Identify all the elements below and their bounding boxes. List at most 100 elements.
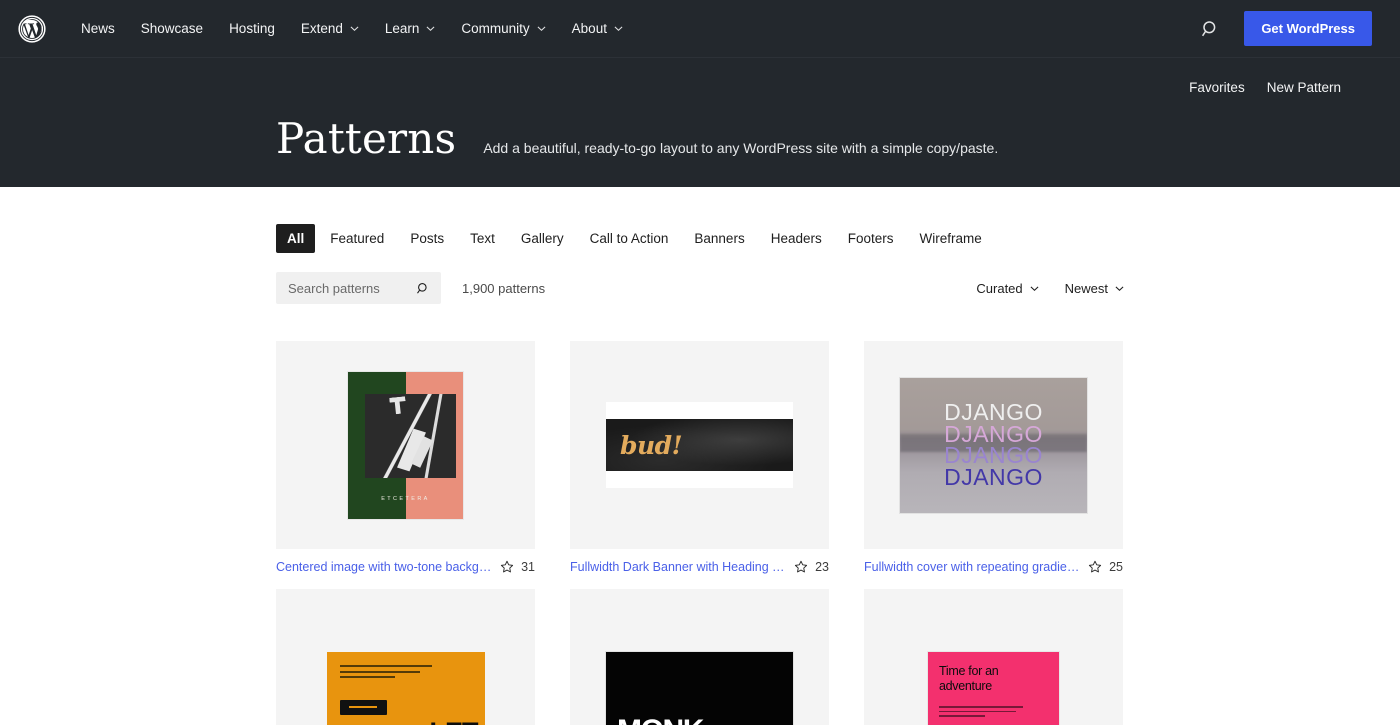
get-wordpress-button[interactable]: Get WordPress [1244,11,1372,46]
artwork-band: bud! [606,419,793,471]
search-input[interactable] [288,280,416,296]
hero-heading-block: Patterns Add a beautiful, ready-to-go la… [276,118,998,160]
chevron-down-icon [426,26,435,32]
search-patterns-box[interactable] [276,272,441,304]
pattern-card-footer: Fullwidth Dark Banner with Heading Top …… [570,560,829,574]
favorite-count: 23 [815,560,829,574]
patterns-page: News Showcase Hosting Extend Learn Commu… [0,0,1400,725]
artwork-dark-panel: MONK. [606,652,793,725]
favorite-control[interactable]: 23 [794,560,829,574]
new-pattern-link[interactable]: New Pattern [1267,80,1341,95]
curated-dropdown[interactable]: Curated [976,281,1039,296]
global-navigation-bar: News Showcase Hosting Extend Learn Commu… [0,0,1400,58]
tab-banners[interactable]: Banners [683,224,755,253]
patterns-grid: ETCETERA Centered image with two-tone ba… [276,341,1124,725]
pattern-title-link[interactable]: Fullwidth Dark Banner with Heading Top … [570,560,786,574]
pattern-card-footer: Centered image with two-tone backgrou… 3… [276,560,535,574]
tab-all[interactable]: All [276,224,316,253]
nav-item-label: Showcase [140,20,204,36]
artwork-headline: LET ‘EM ROLL [408,719,479,725]
nav-item-label: Extend [300,20,343,36]
artwork-button [339,700,387,715]
tab-featured[interactable]: Featured [319,224,395,253]
artwork-text-stack: DJANGO DJANGO DJANGO DJANGO [944,400,1043,490]
pattern-thumbnail[interactable]: bud! [570,341,829,549]
favorite-control[interactable]: 25 [1088,560,1123,574]
artwork-line: DJANGO [944,463,1043,490]
pattern-title-link[interactable]: Centered image with two-tone backgrou… [276,560,492,574]
nav-item-hosting[interactable]: Hosting [216,14,288,44]
chevron-down-icon [1030,285,1039,291]
hero-section: Favorites New Pattern Patterns Add a bea… [0,58,1400,187]
pattern-count: 1,900 patterns [462,280,546,296]
pattern-card: LET ‘EM ROLL [276,589,535,725]
tab-posts[interactable]: Posts [399,224,455,253]
pattern-thumbnail[interactable]: DJANGO DJANGO DJANGO DJANGO [864,341,1123,549]
star-outline-icon[interactable] [1088,560,1102,574]
star-outline-icon[interactable] [500,560,514,574]
pattern-card: DJANGO DJANGO DJANGO DJANGO Fullwidth co… [864,341,1123,574]
artwork-word: MONK. [617,716,711,725]
dark-banner-artwork: bud! [606,402,793,488]
pattern-card: MONK. A NEW COLLECTION LEARN MORE → [570,589,829,725]
tab-text[interactable]: Text [459,224,506,253]
artwork-body-lines [339,665,432,682]
global-nav-right: Get WordPress [1200,11,1372,46]
nav-item-label: About [571,20,607,36]
two-tone-artwork: ETCETERA [348,371,463,519]
favorite-count: 31 [521,560,535,574]
nav-item-extend[interactable]: Extend [288,14,372,44]
results-toolbar: 1,900 patterns Curated Newest [276,272,1124,304]
nav-item-label: Learn [384,20,420,36]
tab-footers[interactable]: Footers [837,224,905,253]
tab-wireframe[interactable]: Wireframe [909,224,993,253]
nav-item-label: Hosting [229,20,275,36]
page-title: Patterns [276,114,457,163]
artwork-word: bud! [620,430,683,460]
gradient-cover-artwork: DJANGO DJANGO DJANGO DJANGO [900,377,1087,513]
pink-adventure-artwork: Time for an adventure [928,652,1059,725]
newest-dropdown-label: Newest [1064,280,1108,296]
tab-gallery[interactable]: Gallery [510,224,575,253]
orange-cta-artwork: LET ‘EM ROLL [326,652,485,725]
artwork-photo [365,393,456,478]
artwork-body-lines [939,706,1023,720]
search-icon[interactable] [416,281,431,296]
chevron-down-icon [350,26,359,32]
global-nav-items: News Showcase Hosting Extend Learn Commu… [68,14,636,44]
monk-header-artwork: MONK. A NEW COLLECTION LEARN MORE → [606,652,793,725]
nav-item-community[interactable]: Community [448,14,558,44]
pattern-thumbnail[interactable]: ETCETERA [276,341,535,549]
sort-dropdowns: Curated Newest [976,281,1124,296]
nav-item-about[interactable]: About [559,14,636,44]
artwork-heading: Time for an adventure [939,664,999,693]
artwork-caption: ETCETERA [381,495,430,502]
artwork-headline-line: LET [408,719,479,725]
favorite-count: 25 [1109,560,1123,574]
pattern-thumbnail[interactable]: MONK. A NEW COLLECTION LEARN MORE → [570,589,829,725]
nav-item-showcase[interactable]: Showcase [128,14,216,44]
pattern-card: ETCETERA Centered image with two-tone ba… [276,341,535,574]
artwork-glyph [390,396,408,415]
wordpress-logo-icon[interactable] [18,14,46,43]
main-content: All Featured Posts Text Gallery Call to … [0,187,1400,725]
tab-call-to-action[interactable]: Call to Action [579,224,680,253]
favorites-link[interactable]: Favorites [1189,80,1245,95]
page-subtitle: Add a beautiful, ready-to-go layout to a… [483,140,999,156]
chevron-down-icon [1115,285,1124,291]
tab-headers[interactable]: Headers [760,224,833,253]
nav-item-label: News [81,20,115,36]
chevron-down-icon [614,26,623,32]
favorite-control[interactable]: 31 [500,560,535,574]
pattern-thumbnail[interactable]: Time for an adventure [864,589,1123,725]
star-outline-icon[interactable] [794,560,808,574]
pattern-thumbnail[interactable]: LET ‘EM ROLL [276,589,535,725]
pattern-card-footer: Fullwidth cover with repeating gradient … [864,560,1123,574]
pattern-title-link[interactable]: Fullwidth cover with repeating gradient … [864,560,1080,574]
nav-item-news[interactable]: News [68,14,128,44]
newest-dropdown[interactable]: Newest [1065,281,1124,296]
search-icon[interactable] [1200,18,1222,40]
chevron-down-icon [537,26,546,32]
pattern-card: bud! Fullwidth Dark Banner with Heading … [570,341,829,574]
nav-item-learn[interactable]: Learn [372,14,449,44]
